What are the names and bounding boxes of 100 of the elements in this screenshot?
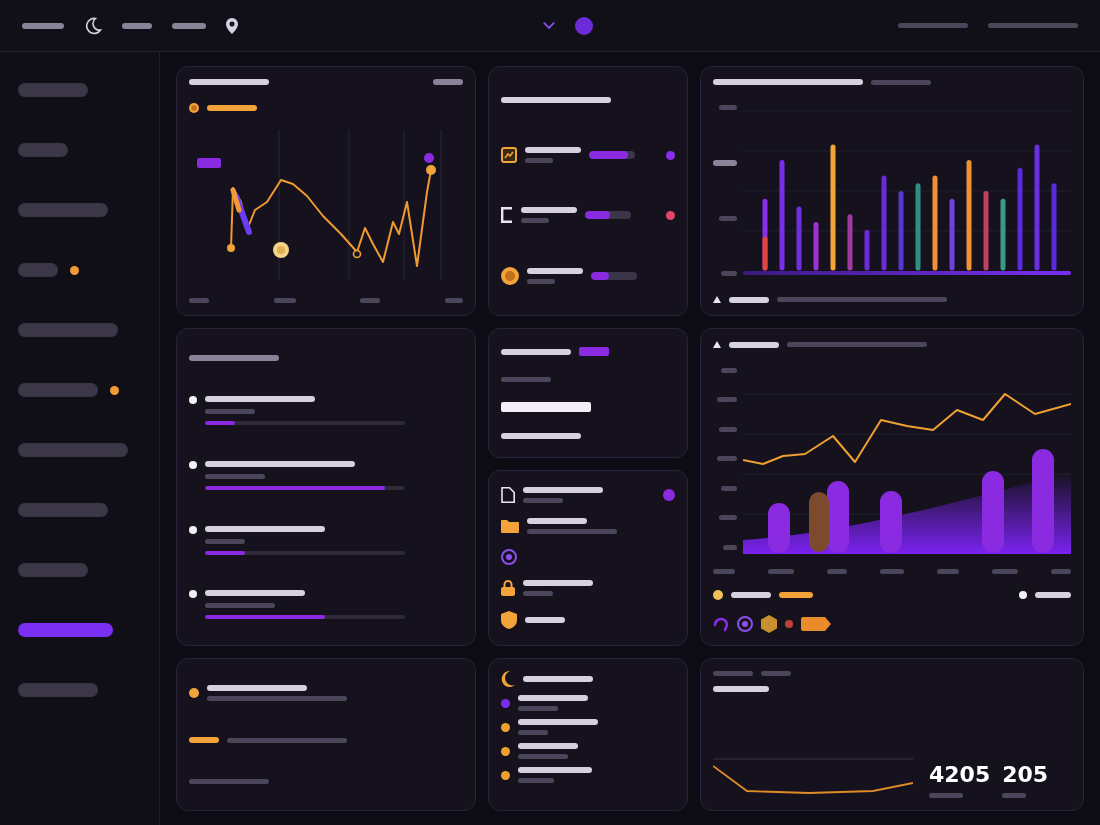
sidebar-item[interactable] — [18, 143, 68, 157]
shield-icon — [501, 611, 517, 630]
skeleton-text-line — [768, 569, 794, 574]
skeleton-text-line — [189, 297, 209, 303]
sidebar-item[interactable] — [18, 383, 98, 397]
skeleton-text-line — [518, 754, 568, 759]
skeleton-text-line — [501, 348, 571, 355]
skeleton-text-line — [525, 147, 581, 153]
sidebar-item[interactable] — [18, 623, 113, 637]
skeleton-text-line — [172, 22, 206, 29]
skeleton-text-line — [433, 79, 463, 85]
skeleton-text-line — [761, 671, 791, 676]
skeleton-text-line — [527, 517, 587, 524]
skeleton-text-line — [523, 591, 553, 597]
dot-icon — [189, 461, 197, 469]
skeleton-text-line — [827, 569, 847, 574]
triangle-icon — [713, 296, 721, 303]
skeleton-text-line — [523, 497, 563, 503]
skeleton-text-line — [729, 341, 779, 348]
dot-icon — [713, 589, 723, 600]
lock-icon — [501, 580, 515, 597]
sidebar-item[interactable] — [18, 563, 88, 577]
sidebar-item[interactable] — [18, 323, 118, 337]
sidebar-item[interactable] — [18, 263, 58, 277]
skeleton-text-line — [713, 686, 769, 692]
stat-value: 205 — [1002, 761, 1049, 787]
ring-icon — [737, 616, 753, 632]
skeleton-text-line — [527, 279, 555, 284]
skeleton-text-line — [880, 569, 904, 574]
skeleton-text-line — [523, 580, 593, 587]
dot-icon — [189, 688, 199, 698]
sidebar-item[interactable] — [18, 443, 128, 457]
skeleton-text-line — [518, 730, 548, 735]
bracket-icon — [501, 207, 513, 223]
sidebar-item[interactable] — [18, 683, 98, 697]
tag-chip — [189, 737, 219, 743]
skeleton-text-line — [731, 591, 771, 598]
skeleton-text-line — [521, 207, 577, 213]
skeleton-text-line — [518, 778, 554, 783]
dot-icon — [189, 525, 197, 534]
skeleton-text-line — [719, 216, 737, 222]
stat-value: 4205 — [929, 761, 991, 787]
document-icon — [501, 486, 515, 503]
skeleton-text-line — [360, 297, 381, 303]
avatar-icon[interactable] — [575, 16, 593, 35]
ring-icon — [501, 548, 517, 565]
skeleton-text-line — [518, 695, 588, 701]
skeleton-text-line — [22, 22, 64, 29]
sidebar-item[interactable] — [18, 83, 88, 97]
skeleton-text-line — [1035, 591, 1071, 598]
crescent-icon — [501, 671, 515, 687]
skeleton-text-line — [527, 268, 583, 274]
hexagon-icon — [761, 615, 777, 633]
skeleton-text-line — [525, 617, 565, 624]
skeleton-text-line — [717, 456, 737, 461]
coin-icon — [501, 267, 519, 285]
moon-icon[interactable] — [84, 16, 102, 35]
skeleton-text-line — [521, 218, 549, 223]
skeleton-text-line — [713, 671, 753, 676]
skeleton-text-line — [717, 397, 737, 402]
skeleton-text-line — [719, 104, 737, 110]
skeleton-text-line — [122, 22, 152, 29]
dot-icon — [189, 396, 197, 405]
skeleton-text-line — [871, 79, 931, 85]
skeleton-text-line — [719, 515, 737, 520]
skeleton-text-line — [523, 676, 593, 682]
skeleton-text-line — [444, 297, 463, 303]
skeleton-text-line — [779, 591, 813, 598]
skeleton-text-line — [929, 793, 963, 798]
skeleton-text-line — [721, 367, 737, 373]
skeleton-text-line — [898, 23, 968, 28]
dot-icon — [1019, 590, 1027, 599]
skeleton-text-line — [729, 296, 769, 303]
location-pin-icon[interactable] — [226, 17, 238, 34]
skeleton-text-line — [1002, 793, 1027, 798]
skeleton-text-line — [992, 569, 1018, 574]
skeleton-text-line — [721, 485, 737, 491]
caret-down-icon[interactable] — [543, 22, 555, 29]
tag-chip — [579, 347, 609, 357]
skeleton-text-line — [937, 569, 959, 574]
skeleton-text-line — [713, 159, 737, 166]
skeleton-text-line — [723, 544, 737, 550]
skeleton-text-line — [501, 376, 551, 382]
chart-icon — [501, 147, 517, 163]
triangle-icon — [713, 341, 721, 348]
skeleton-text-line — [205, 603, 275, 609]
sidebar-item[interactable] — [18, 203, 108, 217]
skeleton-text-line — [205, 409, 255, 415]
curve-icon — [713, 616, 729, 632]
skeleton-text-line — [273, 297, 296, 303]
skeleton-text-line — [713, 569, 735, 574]
skeleton-text-line — [205, 538, 245, 544]
tag-icon — [801, 617, 831, 631]
skeleton-text-line — [205, 474, 265, 479]
skeleton-text-line — [525, 158, 553, 163]
dot-icon — [189, 590, 197, 599]
skeleton-text-line — [207, 104, 257, 111]
skeleton-text-line — [721, 271, 737, 277]
skeleton-text-line — [518, 706, 558, 711]
sidebar-item[interactable] — [18, 503, 108, 517]
